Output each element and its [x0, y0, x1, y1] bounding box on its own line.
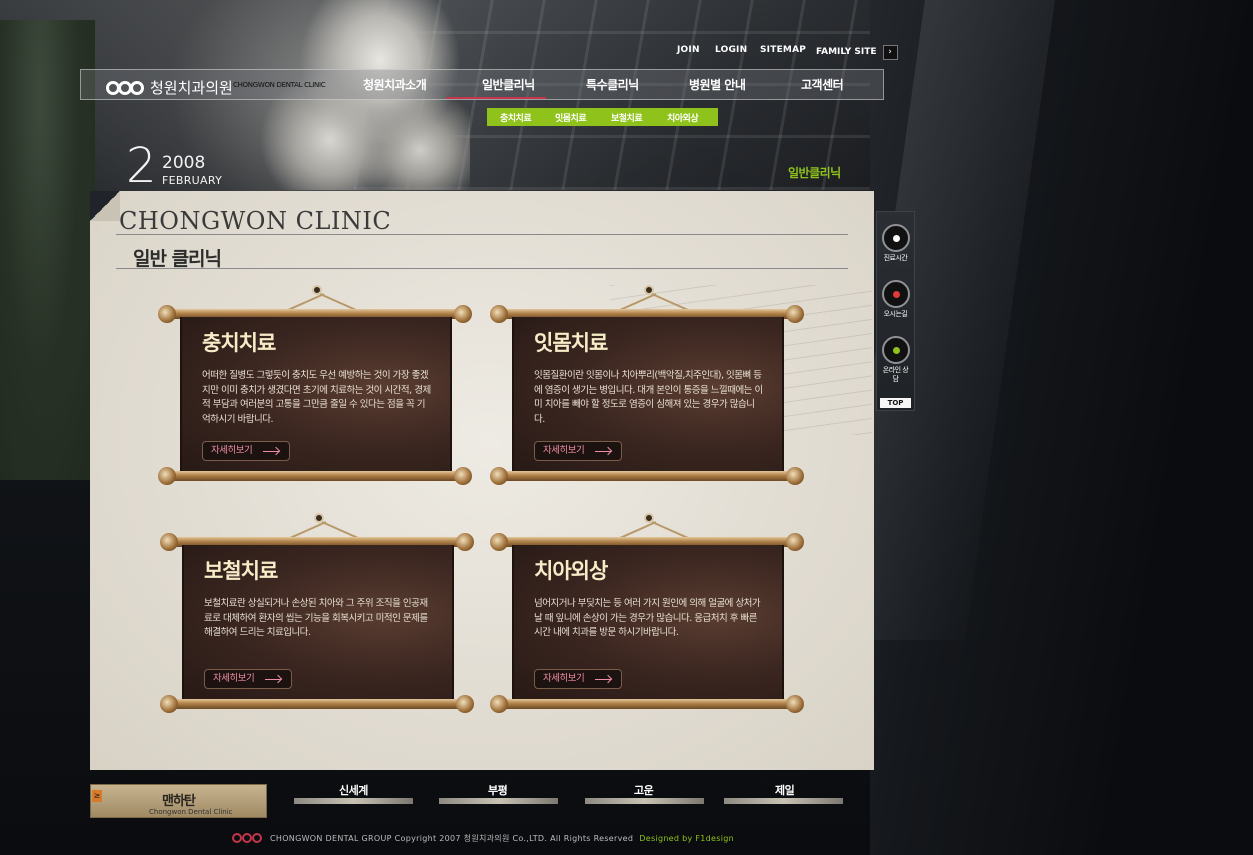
card-cavity: 충치치료 어떠한 질병도 그렇듯이 충치도 우선 예방하는 것이 가장 좋겠지만… — [158, 283, 472, 485]
scroll-rod — [490, 467, 804, 485]
branch-bupyeong[interactable]: 부평 — [488, 782, 508, 798]
card-title: 잇몸치료 — [534, 331, 608, 355]
footer-copyright: CHONGWON DENTAL GROUP Copyright 2007 청원치… — [270, 833, 634, 843]
hanger-hook-icon — [644, 285, 654, 295]
login-link[interactable]: LOGIN — [715, 45, 747, 59]
branch-manhattan-subtitle: Chongwon Dental Clinic — [149, 808, 233, 816]
branch-tag-icon: ≥ — [92, 790, 102, 802]
traffic-light-icon — [881, 280, 910, 308]
more-button[interactable]: 자세히보기 — [202, 441, 290, 461]
card-text: 어떠한 질병도 그렇듯이 충치도 우선 예방하는 것이 가장 좋겠지만 이미 충… — [202, 370, 431, 425]
card-panel: 잇몸치료 잇몸질환이란 잇몸이나 치아뿌리(백악질,치주인대), 잇몸뼈 등에 … — [512, 317, 784, 473]
date-day: 2 — [126, 138, 157, 194]
nav-item-general-clinic[interactable]: 일반클리닉 — [482, 76, 535, 93]
nav-item-about[interactable]: 청원치과소개 — [363, 76, 427, 93]
sitemap-link[interactable]: SITEMAP — [760, 45, 806, 59]
top-button[interactable]: TOP — [880, 398, 911, 408]
card-text: 보철치료란 상실되거나 손상된 치아와 그 주위 조직을 인공재료로 대체하여 … — [204, 598, 428, 638]
scroll-rod — [158, 467, 472, 485]
quick-item-directions[interactable]: 오시는길 — [880, 280, 911, 319]
branch-manhattan-label: 맨하탄 — [162, 794, 196, 809]
quick-item-consult[interactable]: 온라인 상담 — [880, 336, 911, 384]
more-button[interactable]: 자세히보기 — [204, 669, 292, 689]
logo[interactable]: 청원치과의원 — [106, 77, 233, 98]
card-panel: 충치치료 어떠한 질병도 그렇듯이 충치도 우선 예방하는 것이 가장 좋겠지만… — [180, 317, 452, 473]
nav-active-indicator — [446, 97, 546, 99]
nav-item-customer-center[interactable]: 고객센터 — [801, 76, 844, 93]
quick-item-hours[interactable]: 진료시간 — [880, 224, 911, 263]
hanger-hook-icon — [312, 285, 322, 295]
clock-icon — [881, 224, 910, 252]
logo-subtitle: CHONGWON DENTAL CLINIC — [233, 81, 326, 89]
branch-image — [439, 798, 558, 804]
arrow-right-icon — [263, 451, 279, 452]
clinic-title: CHONGWON CLINIC — [119, 207, 392, 235]
nav-item-special-clinic[interactable]: 특수클리닉 — [586, 76, 639, 93]
scroll-rod — [490, 695, 804, 713]
branch-image — [724, 798, 843, 804]
branch-goun[interactable]: 고운 — [634, 782, 654, 798]
card-trauma: 치아외상 넘어지거나 부딪치는 등 여러 가지 원인에 의해 얼굴에 상처가 날… — [490, 511, 804, 713]
divider — [116, 268, 848, 269]
hanger-hook-icon — [314, 513, 324, 523]
date-month: FEBRUARY — [162, 174, 223, 187]
card-title: 충치치료 — [202, 331, 276, 355]
logo-mark-icon — [106, 80, 144, 96]
card-prosthetic: 보철치료 보철치료란 상실되거나 손상된 치아와 그 주위 조직을 인공재료로 … — [160, 511, 474, 713]
branch-image — [585, 798, 704, 804]
footer: CHONGWON DENTAL GROUP Copyright 2007 청원치… — [232, 831, 734, 845]
footer-logo-icon — [232, 832, 264, 844]
branch-image — [294, 798, 413, 804]
arrow-right-icon — [265, 679, 281, 680]
card-panel: 치아외상 넘어지거나 부딪치는 등 여러 가지 원인에 의해 얼굴에 상처가 날… — [512, 545, 784, 701]
subnav-item-trauma[interactable]: 치아외상 — [667, 111, 699, 124]
footer-credit: Designed by F1design — [639, 833, 735, 843]
subnav-item-cavity[interactable]: 충치치료 — [500, 111, 532, 124]
quick-item-label: 온라인 상담 — [882, 366, 909, 383]
quick-item-label: 오시는길 — [883, 310, 908, 318]
card-title: 치아외상 — [534, 559, 608, 583]
page-title: 일반 클리닉 — [133, 248, 222, 270]
scroll-rod — [160, 695, 474, 713]
card-panel: 보철치료 보철치료란 상실되거나 손상된 치아와 그 주위 조직을 인공재료로 … — [182, 545, 454, 701]
family-site-label: FAMILY SITE — [816, 47, 877, 57]
arrow-right-icon — [595, 679, 611, 680]
more-button[interactable]: 자세히보기 — [534, 441, 622, 461]
card-title: 보철치료 — [204, 559, 278, 583]
card-text: 잇몸질환이란 잇몸이나 치아뿌리(백악질,치주인대), 잇몸뼈 등에 염증이 생… — [534, 370, 763, 425]
divider — [116, 234, 848, 235]
section-tag: 일반클리닉 — [788, 166, 841, 180]
page-fold-corner — [90, 191, 120, 221]
branch-shinsegae[interactable]: 신세계 — [339, 782, 368, 798]
consult-icon — [881, 336, 910, 364]
family-site-arrow-icon[interactable]: › — [882, 44, 898, 60]
nav-item-branch-guide[interactable]: 병원별 안내 — [689, 76, 746, 93]
arrow-right-icon — [595, 451, 611, 452]
subnav-item-prosthetic[interactable]: 보철치료 — [611, 111, 643, 124]
join-link[interactable]: JOIN — [677, 45, 700, 59]
hanger-hook-icon — [644, 513, 654, 523]
card-text: 넘어지거나 부딪치는 등 여러 가지 원인에 의해 얼굴에 상처가 날 때 잎니… — [534, 598, 761, 638]
family-site-selector[interactable]: FAMILY SITE › — [816, 44, 898, 60]
card-gum: 잇몸치료 잇몸질환이란 잇몸이나 치아뿌리(백악질,치주인대), 잇몸뼈 등에 … — [490, 283, 804, 485]
subnav-item-gum[interactable]: 잇몸치료 — [555, 111, 587, 124]
logo-name: 청원치과의원 — [150, 79, 233, 97]
more-button[interactable]: 자세히보기 — [534, 669, 622, 689]
date-year: 2008 — [162, 153, 206, 173]
quick-item-label: 진료시간 — [883, 254, 908, 262]
branch-jeil[interactable]: 제일 — [775, 782, 795, 798]
